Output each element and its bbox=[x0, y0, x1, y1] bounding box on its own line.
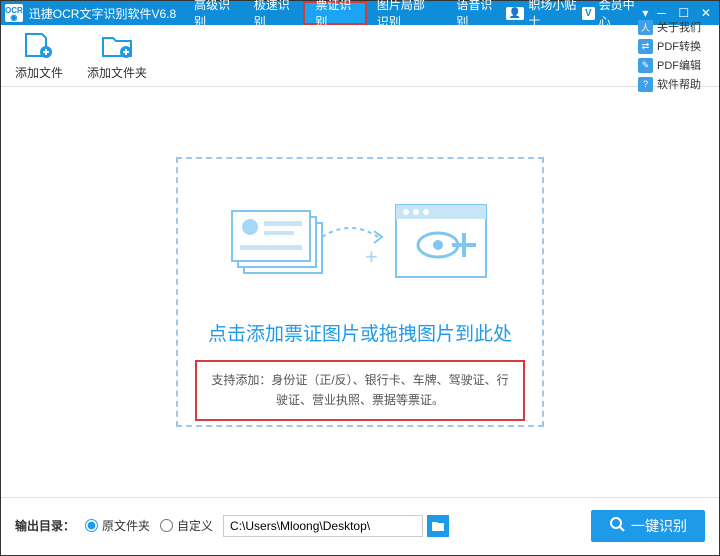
recognize-button[interactable]: 一键识别 bbox=[591, 510, 705, 542]
add-file-icon bbox=[22, 30, 56, 60]
browse-folder-button[interactable] bbox=[427, 515, 449, 537]
help-link[interactable]: 职场小贴士 bbox=[528, 0, 578, 30]
about-button[interactable]: 人关于我们 bbox=[634, 18, 705, 36]
convert-icon: ⇄ bbox=[638, 39, 653, 54]
soft-help-button[interactable]: ?软件帮助 bbox=[634, 75, 705, 93]
drop-zone[interactable]: + 点击添加票证图片或拖拽图片到此处 支持添加：身份证（正/反）、银行卡、车牌、… bbox=[176, 157, 544, 427]
vip-link[interactable]: 会员中心 bbox=[599, 0, 639, 30]
help-icon: ? bbox=[638, 77, 653, 92]
tab-partial[interactable]: 图片局部识别 bbox=[367, 1, 446, 25]
person-icon: 人 bbox=[638, 20, 653, 35]
app-title: 迅捷OCR文字识别软件V6.8 bbox=[29, 5, 176, 22]
add-folder-icon bbox=[100, 30, 134, 60]
svg-text:+: + bbox=[365, 244, 378, 269]
toolbar: 添加文件 添加文件夹 人关于我们 ⇄PDF转换 ✎PDF编辑 ?软件帮助 bbox=[1, 25, 719, 87]
pdf-convert-button[interactable]: ⇄PDF转换 bbox=[634, 37, 705, 55]
add-folder-button[interactable]: 添加文件夹 bbox=[87, 30, 147, 81]
tab-fast[interactable]: 极速识别 bbox=[244, 1, 304, 25]
side-buttons: 人关于我们 ⇄PDF转换 ✎PDF编辑 ?软件帮助 bbox=[634, 18, 705, 93]
user-icon[interactable]: 👤 bbox=[506, 7, 524, 20]
dropzone-illustration: + bbox=[220, 189, 500, 299]
folder-icon bbox=[431, 520, 445, 532]
vip-badge-icon: V bbox=[582, 7, 595, 20]
edit-icon: ✎ bbox=[638, 58, 653, 73]
dropzone-support-text: 支持添加：身份证（正/反）、银行卡、车牌、驾驶证、行驶证、营业执照、票据等票证。 bbox=[195, 360, 525, 421]
output-path-input[interactable] bbox=[223, 515, 423, 537]
tab-voice[interactable]: 语音识别 bbox=[446, 1, 506, 25]
add-file-button[interactable]: 添加文件 bbox=[15, 30, 63, 81]
dropzone-headline: 点击添加票证图片或拖拽图片到此处 bbox=[208, 319, 512, 346]
tab-ticket[interactable]: 票证识别 bbox=[303, 1, 367, 25]
top-tabs: 高级识别 极速识别 票证识别 图片局部识别 语音识别 bbox=[184, 1, 506, 25]
pdf-edit-button[interactable]: ✎PDF编辑 bbox=[634, 56, 705, 74]
radio-source-folder[interactable]: 原文件夹 bbox=[85, 517, 150, 534]
recognize-label: 一键识别 bbox=[631, 516, 687, 536]
radio-source-input[interactable] bbox=[85, 519, 98, 532]
tab-advanced[interactable]: 高级识别 bbox=[184, 1, 244, 25]
radio-custom-input[interactable] bbox=[160, 519, 173, 532]
add-file-label: 添加文件 bbox=[15, 64, 63, 81]
search-icon bbox=[609, 516, 625, 535]
add-folder-label: 添加文件夹 bbox=[87, 64, 147, 81]
title-bar: OCR◉ 迅捷OCR文字识别软件V6.8 高级识别 极速识别 票证识别 图片局部… bbox=[1, 1, 719, 25]
output-label: 输出目录： bbox=[15, 517, 75, 534]
app-logo: OCR◉ bbox=[5, 4, 23, 22]
bottom-bar: 输出目录： 原文件夹 自定义 一键识别 bbox=[1, 497, 719, 553]
main-area: + 点击添加票证图片或拖拽图片到此处 支持添加：身份证（正/反）、银行卡、车牌、… bbox=[1, 87, 719, 497]
radio-custom[interactable]: 自定义 bbox=[160, 517, 213, 534]
